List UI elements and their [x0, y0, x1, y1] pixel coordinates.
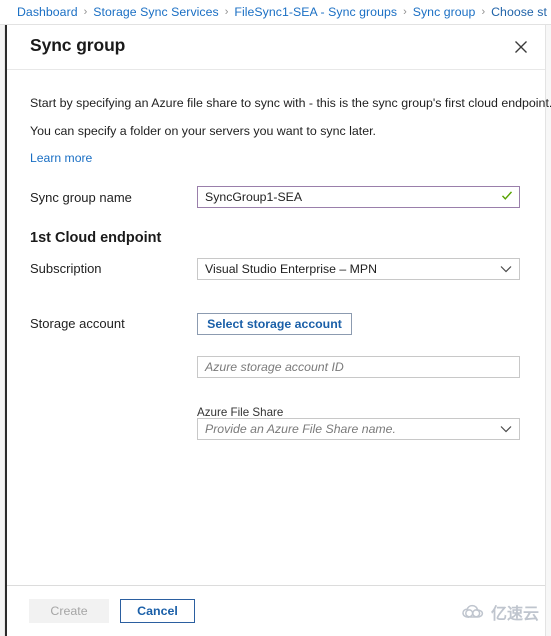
- sync-group-name-value: SyncGroup1-SEA: [205, 189, 303, 204]
- blade-body: Start by specifying an Azure file share …: [7, 70, 551, 585]
- blade-right-gutter: [545, 25, 551, 636]
- storage-account-id-placeholder: Azure storage account ID: [205, 359, 344, 374]
- storage-account-id-input[interactable]: Azure storage account ID: [197, 356, 520, 378]
- breadcrumb-separator-icon: ›: [481, 5, 486, 18]
- breadcrumb-item-filesync1-sea-sync-groups[interactable]: FileSync1-SEA - Sync groups: [234, 6, 397, 19]
- breadcrumb-separator-icon: ›: [83, 5, 88, 18]
- breadcrumb-item-storage-sync-services[interactable]: Storage Sync Services: [93, 6, 218, 19]
- check-icon: [501, 190, 513, 204]
- close-button[interactable]: [507, 33, 535, 61]
- breadcrumb-separator-icon: ›: [224, 5, 229, 18]
- page-title: Sync group: [30, 35, 126, 55]
- azure-file-share-select[interactable]: Provide an Azure File Share name.: [197, 418, 520, 440]
- sync-group-name-input[interactable]: SyncGroup1-SEA: [197, 186, 520, 208]
- azure-portal-blade: Dashboard › Storage Sync Services › File…: [0, 0, 551, 636]
- subscription-value: Visual Studio Enterprise – MPN: [205, 261, 378, 276]
- learn-more-link[interactable]: Learn more: [30, 151, 92, 165]
- breadcrumb-item-sync-group[interactable]: Sync group: [413, 6, 476, 19]
- breadcrumb-item-dashboard[interactable]: Dashboard: [17, 6, 78, 19]
- storage-account-label: Storage account: [30, 316, 125, 331]
- intro-text-line-1: Start by specifying an Azure file share …: [30, 96, 551, 110]
- blade-header: Sync group: [7, 25, 545, 70]
- chevron-down-icon: [500, 425, 512, 433]
- breadcrumb: Dashboard › Storage Sync Services › File…: [0, 0, 551, 25]
- select-storage-account-button[interactable]: Select storage account: [197, 313, 352, 335]
- create-button[interactable]: Create: [29, 599, 109, 623]
- breadcrumb-item-choose-storage-account[interactable]: Choose st: [491, 6, 547, 19]
- azure-file-share-placeholder: Provide an Azure File Share name.: [205, 421, 396, 436]
- cloud-endpoint-section-heading: 1st Cloud endpoint: [30, 230, 162, 246]
- sync-group-name-label: Sync group name: [30, 190, 132, 205]
- subscription-select[interactable]: Visual Studio Enterprise – MPN: [197, 258, 520, 280]
- blade-footer: Create Cancel: [7, 585, 545, 636]
- intro-text-line-2: You can specify a folder on your servers…: [30, 124, 376, 138]
- close-icon: [514, 40, 528, 54]
- cancel-button[interactable]: Cancel: [120, 599, 195, 623]
- chevron-down-icon: [500, 265, 512, 273]
- subscription-label: Subscription: [30, 261, 102, 276]
- breadcrumb-separator-icon: ›: [403, 5, 407, 18]
